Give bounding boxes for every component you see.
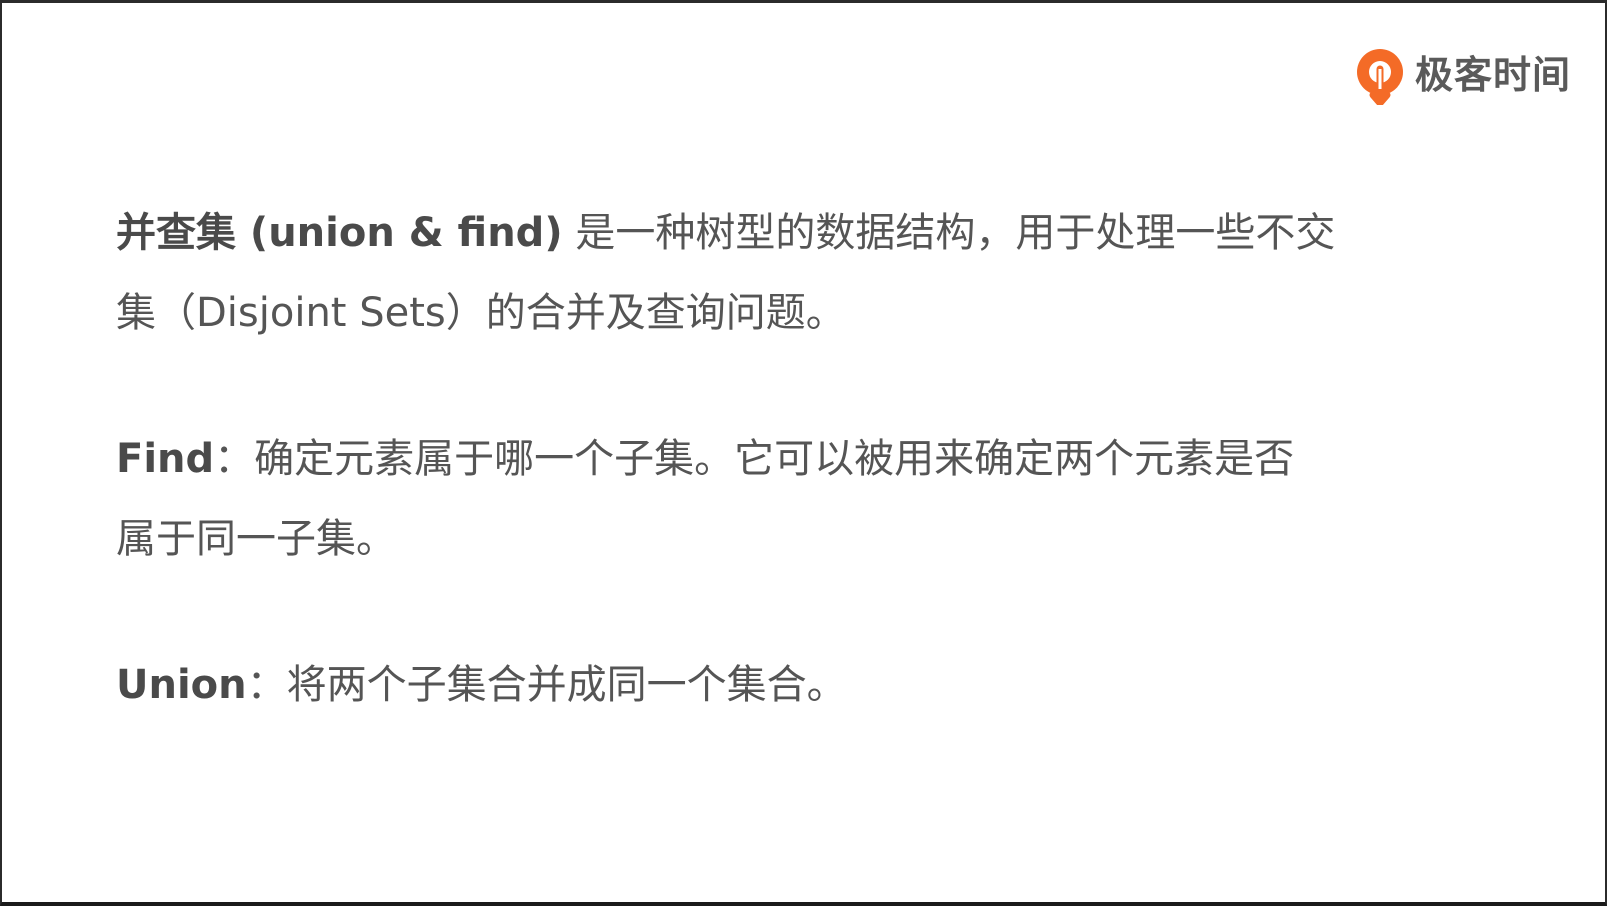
definition-text-cont: 集（Disjoint Sets）的合并及查询问题。 [116, 290, 846, 336]
find-description-cont: 属于同一子集。 [116, 516, 396, 562]
slide: 极客时间 并查集 (union & find) 是一种树型的数据结构，用于处理一… [0, 0, 1607, 906]
content-body: 并查集 (union & find) 是一种树型的数据结构，用于处理一些不交 集… [116, 193, 1496, 725]
paragraph-union: Union：将两个子集合并成同一个集合。 [116, 645, 1496, 725]
geektime-logo-icon [1356, 49, 1403, 105]
paragraph-find: Find：确定元素属于哪一个子集。它可以被用来确定两个元素是否 属于同一子集。 [116, 419, 1496, 579]
paragraph-union-find-definition: 并查集 (union & find) 是一种树型的数据结构，用于处理一些不交 集… [116, 193, 1496, 353]
term-union-find: 并查集 (union & find) [116, 210, 563, 256]
definition-text: 是一种树型的数据结构，用于处理一些不交 [562, 210, 1336, 256]
brand-logo: 极客时间 [1353, 45, 1571, 105]
find-description: ：确定元素属于哪一个子集。它可以被用来确定两个元素是否 [214, 436, 1295, 482]
term-union: Union [116, 662, 247, 708]
term-find: Find [116, 436, 215, 482]
union-description: ：将两个子集合并成同一个集合。 [246, 662, 847, 708]
brand-name: 极客时间 [1414, 53, 1571, 97]
